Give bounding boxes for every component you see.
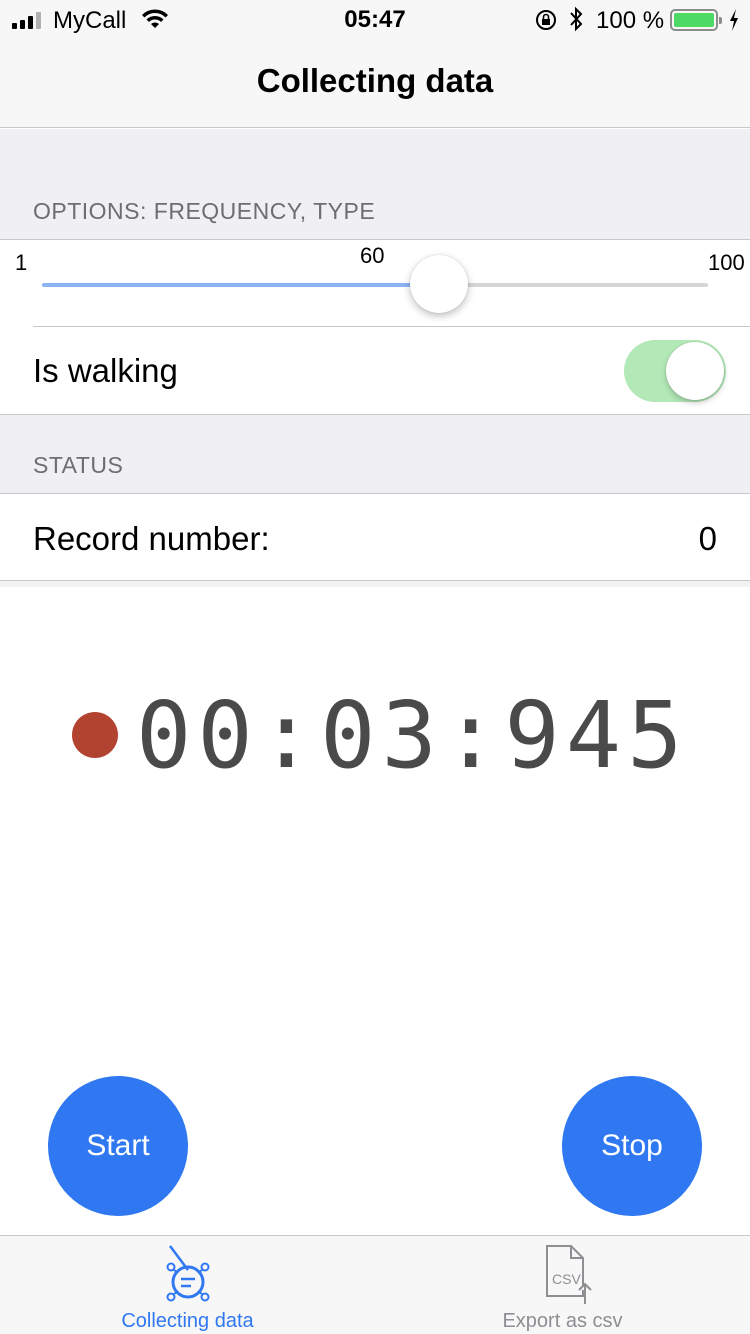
status-bar: MyCall 05:47 100 % <box>0 0 750 40</box>
tab-collecting-data[interactable]: Collecting data <box>0 1236 375 1334</box>
divider <box>33 326 750 327</box>
recording-indicator <box>72 712 118 758</box>
bluetooth-icon <box>568 6 584 39</box>
csv-export-icon: CSV <box>533 1242 593 1311</box>
battery-percent: 100 % <box>596 7 665 34</box>
slider-fill <box>42 283 439 287</box>
options-section-header: OPTIONS: FREQUENCY, TYPE <box>33 198 376 224</box>
tab-label: Export as csv <box>502 1310 623 1332</box>
top-bar: MyCall 05:47 100 % Collecting data <box>0 0 750 128</box>
record-number-value: 0 <box>698 520 717 557</box>
tab-bar: Collecting data CSV Export as csv <box>0 1235 750 1334</box>
elapsed-timer: 00:03:945 <box>136 682 689 789</box>
battery-icon <box>670 9 722 31</box>
tab-export-csv[interactable]: CSV Export as csv <box>375 1236 750 1334</box>
toggle-knob <box>666 342 724 400</box>
shadow-divider <box>0 581 750 587</box>
status-section-header: STATUS <box>33 452 124 478</box>
record-number-label: Record number: <box>33 520 270 557</box>
frequency-slider[interactable] <box>42 283 708 287</box>
svg-text:CSV: CSV <box>552 1271 581 1287</box>
rotation-lock-icon <box>534 8 558 39</box>
walking-toggle-label: Is walking <box>33 352 178 389</box>
page-title: Collecting data <box>256 62 494 99</box>
tab-label: Collecting data <box>121 1310 254 1332</box>
slider-value-label: 60 <box>360 243 385 268</box>
walking-toggle[interactable] <box>624 340 726 402</box>
slider-min-label: 1 <box>15 250 28 275</box>
collecting-data-icon <box>162 1242 214 1311</box>
slider-max-label: 100 <box>708 250 745 275</box>
slider-thumb[interactable] <box>409 255 468 313</box>
stop-button[interactable]: Stop <box>562 1076 702 1216</box>
charging-icon <box>728 8 740 39</box>
start-button[interactable]: Start <box>48 1076 188 1216</box>
